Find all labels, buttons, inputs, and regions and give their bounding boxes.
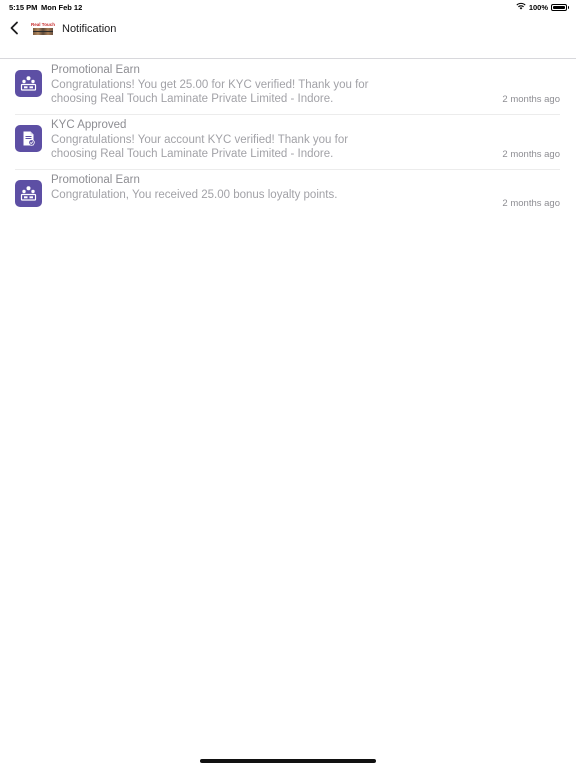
notification-time: 2 months ago [502, 198, 560, 209]
logo-text: Real Touch [31, 22, 55, 27]
notification-message: Congratulations! You get 25.00 for KYC v… [51, 79, 369, 105]
page-title: Notification [62, 23, 117, 35]
status-date: Mon Feb 12 [41, 3, 83, 12]
notification-item[interactable]: Promotional Earn Congratulations! You ge… [15, 60, 560, 115]
notification-message: Congratulation, You received 25.00 bonus… [51, 189, 338, 201]
battery-percentage: 100% [528, 2, 548, 12]
status-bar: 5:15 PM Mon Feb 12 100% [0, 0, 576, 14]
promotional-earn-icon [15, 70, 42, 97]
kyc-document-icon [15, 125, 42, 152]
chevron-left-icon [9, 21, 19, 40]
notification-screen: 5:15 PM Mon Feb 12 100% Real Touch Notif… [0, 0, 576, 768]
notification-message: Congratulations! Your account KYC verifi… [51, 134, 349, 160]
notification-item[interactable]: KYC Approved Congratulations! Your accou… [15, 115, 560, 170]
logo-laminate-strip [33, 28, 53, 35]
notification-item[interactable]: Promotional Earn Congratulation, You rec… [15, 170, 560, 216]
back-button[interactable] [3, 19, 25, 41]
battery-icon [551, 3, 569, 11]
notification-list: Promotional Earn Congratulations! You ge… [0, 60, 576, 216]
home-indicator[interactable] [200, 759, 376, 763]
status-right: 100% [516, 2, 569, 12]
notification-time: 2 months ago [502, 149, 560, 160]
notification-title: Promotional Earn [51, 64, 140, 76]
nav-header: Real Touch Notification [0, 14, 576, 59]
notification-title: Promotional Earn [51, 174, 140, 186]
battery-fill [553, 5, 565, 9]
status-time: 5:15 PM [9, 3, 38, 12]
notification-title: KYC Approved [51, 119, 127, 131]
brand-logo: Real Touch [31, 22, 55, 37]
notification-time: 2 months ago [502, 94, 560, 105]
wifi-icon [516, 2, 526, 12]
promotional-earn-icon [15, 180, 42, 207]
